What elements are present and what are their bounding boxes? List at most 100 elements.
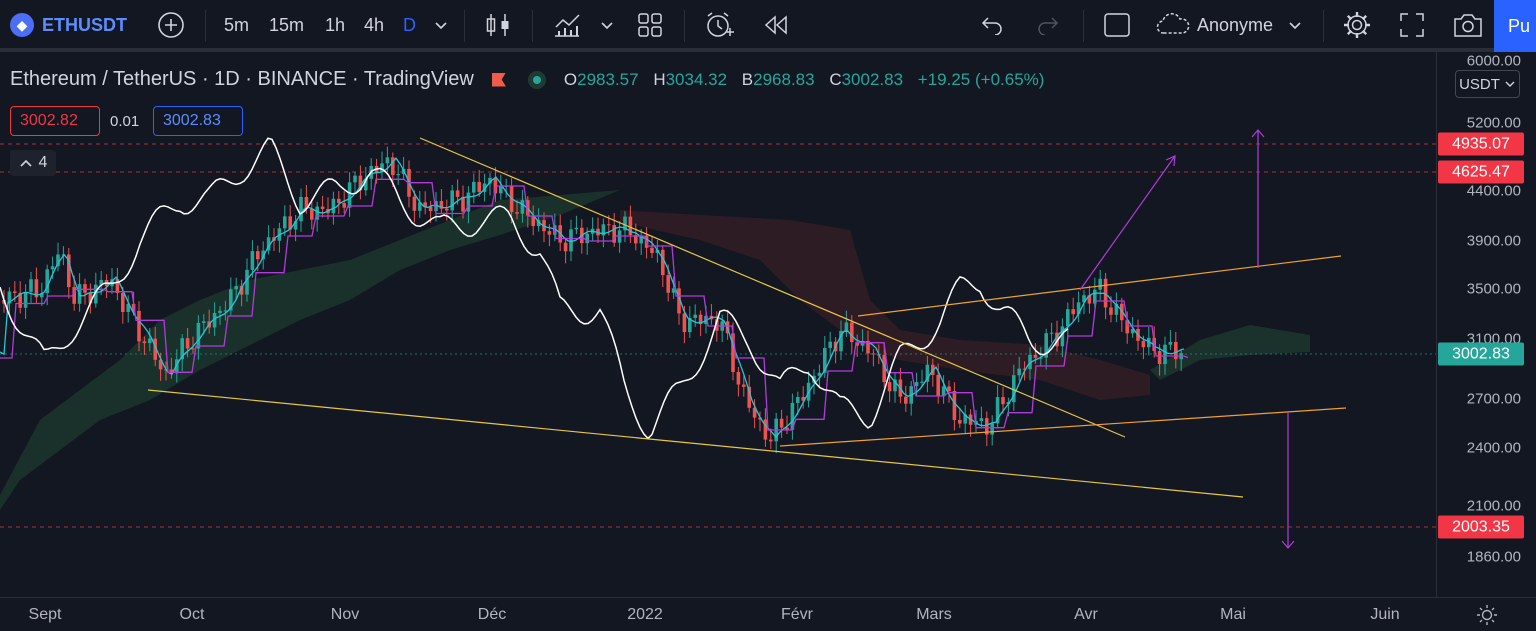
chart-type-button[interactable] — [485, 0, 511, 50]
currency-label: USDT — [1459, 75, 1500, 93]
indicators-dropdown[interactable] — [599, 0, 615, 50]
sell-price-box[interactable]: 3002.82 — [10, 106, 100, 136]
candle-body — [574, 227, 579, 230]
candle-body — [515, 212, 519, 214]
indicator-count: 4 — [38, 154, 48, 171]
save-layout-button[interactable]: Anonyme — [1155, 0, 1303, 50]
candle-body — [331, 198, 336, 214]
candle-body — [682, 313, 687, 333]
indicators-button[interactable] — [552, 0, 582, 50]
candle-body — [196, 322, 201, 349]
buy-price-box[interactable]: 3002.83 — [153, 106, 243, 136]
candle-body — [1071, 309, 1075, 315]
candle-body — [952, 390, 957, 420]
candle-body — [347, 182, 352, 208]
high-value: 3034.32 — [665, 69, 728, 89]
candle-body — [828, 341, 832, 348]
candle-body — [23, 291, 28, 308]
price-label: 4400.00 — [1466, 182, 1521, 200]
drawings — [147, 129, 1347, 549]
interval-1h[interactable]: 1h — [325, 0, 345, 50]
trendline — [147, 389, 1244, 498]
publish-label: Pu — [1508, 15, 1531, 36]
spread-value: 0.01 — [110, 113, 140, 130]
price-label: 2700.00 — [1466, 390, 1521, 408]
square-icon — [1104, 13, 1130, 37]
candle-body — [871, 353, 876, 355]
price-tag: 2003.35 — [1438, 515, 1524, 539]
ohlc-values: O2983.57 H3034.32 B2968.83 C3002.83 +19.… — [564, 70, 1055, 90]
candle-body — [218, 310, 222, 313]
camera-icon — [1454, 14, 1482, 37]
candle-body — [585, 233, 589, 244]
price-axis[interactable]: 6000.00 5200.00 4400.00 3900.00 3500.00 … — [1436, 52, 1536, 597]
layout-button[interactable] — [637, 0, 663, 50]
open-value: 2983.57 — [577, 69, 639, 89]
bid-value: 3002.82 — [20, 112, 78, 129]
fullscreen-layout-button[interactable] — [1103, 0, 1131, 50]
candle-body — [936, 374, 940, 397]
alert-button[interactable] — [703, 0, 735, 50]
close-value: 3002.83 — [841, 69, 904, 89]
candle-body — [569, 229, 573, 252]
interval-dropdown[interactable] — [433, 0, 449, 50]
chevron-up-icon — [19, 159, 32, 167]
channel-line — [857, 255, 1342, 317]
time-label: Oct — [179, 606, 205, 623]
candle-body — [547, 231, 552, 235]
time-label: Avr — [1074, 606, 1098, 623]
candle-body — [1109, 307, 1113, 315]
low-value: 2968.83 — [753, 69, 815, 89]
candle-body — [520, 200, 525, 214]
time-label: Nov — [330, 606, 360, 623]
interval-4h[interactable]: 4h — [364, 0, 384, 50]
time-axis[interactable]: Sept Oct Nov Déc 2022 Févr Mars Avr Mai … — [0, 597, 1536, 630]
candle-body — [887, 382, 892, 392]
candle-body — [904, 396, 908, 404]
layout-name: Anonyme — [1197, 14, 1274, 35]
candle-body — [920, 381, 924, 383]
chevron-down-icon — [435, 22, 447, 30]
publish-button[interactable]: Pu — [1494, 0, 1536, 52]
sun-icon — [1477, 605, 1497, 625]
replay-button[interactable] — [762, 0, 790, 50]
indicators-icon — [555, 14, 580, 37]
candle-body — [83, 284, 87, 293]
snapshot-button[interactable] — [1452, 0, 1484, 50]
settings-button[interactable] — [1342, 0, 1372, 50]
divider — [1323, 10, 1324, 42]
time-label: Mai — [1220, 606, 1246, 623]
low-label: B — [741, 69, 754, 89]
gear-icon — [1344, 12, 1370, 38]
fullscreen-button[interactable] — [1398, 0, 1426, 50]
timezone-settings-button[interactable] — [1476, 604, 1498, 631]
symbol-search[interactable]: ◆ ETHUSDT — [10, 0, 127, 50]
indicators-toggle[interactable]: 4 — [10, 150, 56, 176]
market-status-icon[interactable] — [527, 70, 546, 89]
candle-body — [455, 190, 460, 197]
candle-body — [1017, 368, 1021, 376]
price-tag: 4625.47 — [1438, 160, 1524, 184]
interval-label: D — [403, 14, 416, 35]
candle-body — [1033, 354, 1038, 358]
target-arrow — [1079, 155, 1176, 291]
compare-symbol-button[interactable] — [157, 0, 185, 50]
undo-button[interactable] — [980, 0, 1004, 50]
interval-5m[interactable]: 5m — [224, 0, 249, 50]
candle-body — [137, 310, 141, 342]
redo-button[interactable] — [1036, 0, 1060, 50]
open-label: O — [563, 69, 578, 89]
high-label: H — [653, 69, 666, 89]
candle-body — [769, 439, 773, 442]
interval-15m[interactable]: 15m — [269, 0, 304, 50]
interval-d[interactable]: D — [403, 0, 416, 50]
divider — [684, 10, 685, 42]
chevron-down-icon — [1505, 81, 1515, 87]
candle-body — [563, 242, 568, 252]
candle-body — [1141, 340, 1146, 348]
symbol-label: ETHUSDT — [42, 14, 127, 35]
interval-label: 1h — [325, 14, 346, 35]
time-label: Déc — [477, 606, 507, 623]
currency-select[interactable]: USDT — [1455, 70, 1520, 98]
flag-icon[interactable] — [491, 72, 506, 87]
